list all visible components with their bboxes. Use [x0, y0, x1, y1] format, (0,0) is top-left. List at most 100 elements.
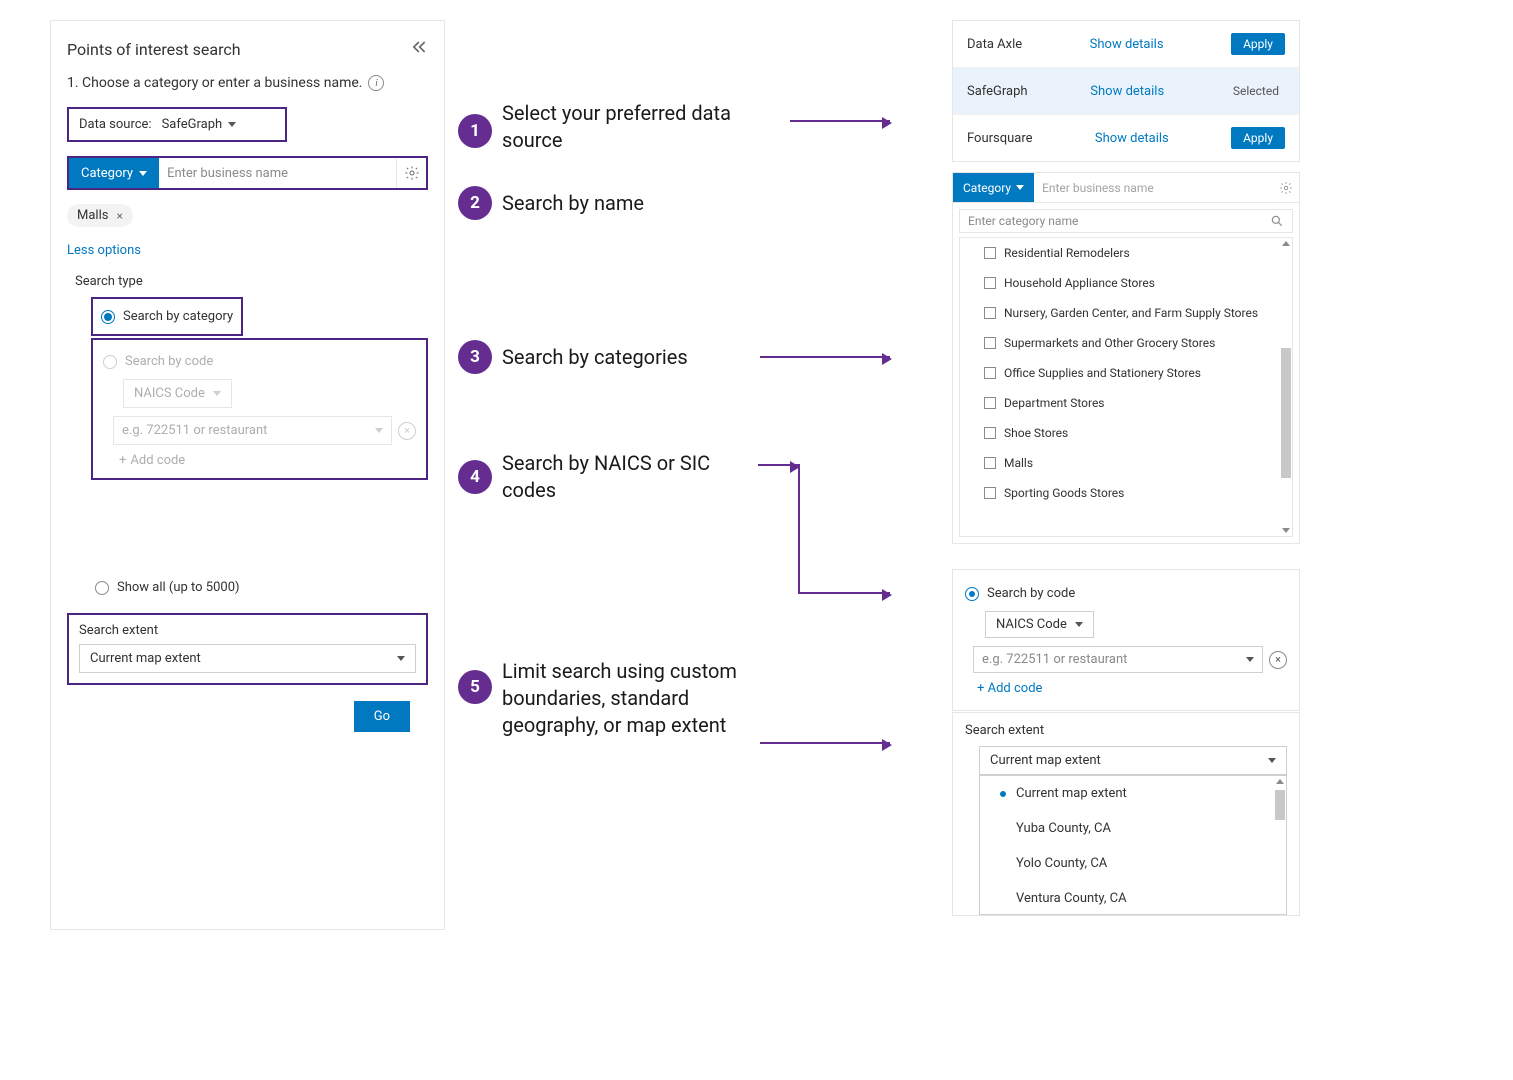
- clear-code-icon[interactable]: ×: [1269, 651, 1287, 669]
- data-source-value: SafeGraph: [162, 117, 223, 132]
- arrow-icon: [798, 592, 890, 594]
- chevron-down-icon: [1075, 622, 1083, 627]
- arrow-icon: [760, 356, 890, 358]
- search-by-code-label: Search by code: [125, 354, 213, 369]
- code-placeholder: e.g. 722511 or restaurant: [122, 423, 267, 438]
- close-icon[interactable]: ×: [116, 209, 122, 223]
- category-item-label: Shoe Stores: [1004, 426, 1068, 440]
- code-type-dropdown[interactable]: NAICS Code: [123, 379, 232, 408]
- chevron-down-icon: [375, 428, 383, 433]
- extent-option[interactable]: Yuba County, CA: [980, 811, 1286, 846]
- category-item-label: Office Supplies and Stationery Stores: [1004, 366, 1201, 380]
- scrollbar-thumb[interactable]: [1275, 790, 1285, 820]
- search-by-category-radio[interactable]: Search by category: [101, 303, 233, 330]
- business-name-input[interactable]: [159, 158, 396, 188]
- show-details-link[interactable]: Show details: [1090, 37, 1164, 52]
- show-details-link[interactable]: Show details: [1095, 131, 1169, 146]
- selected-label: Selected: [1227, 80, 1285, 102]
- source-name: Foursquare: [967, 131, 1033, 146]
- annotation-bullet-5: 5: [458, 670, 492, 704]
- extent-option[interactable]: Current map extent: [980, 776, 1286, 811]
- add-code-link[interactable]: +Add code: [119, 453, 416, 468]
- category-item[interactable]: Household Appliance Stores: [960, 268, 1292, 298]
- category-item-label: Sporting Goods Stores: [1004, 486, 1124, 500]
- search-icon: [1270, 214, 1284, 228]
- poi-search-panel: Points of interest search 1. Choose a ca…: [50, 20, 445, 930]
- filter-placeholder: Enter category name: [968, 214, 1078, 228]
- business-name-input[interactable]: [1034, 173, 1273, 202]
- code-type-dropdown[interactable]: NAICS Code: [985, 611, 1094, 638]
- scroll-up-icon[interactable]: [1282, 241, 1290, 246]
- category-filter-input[interactable]: Enter category name: [959, 209, 1293, 233]
- filter-chip-malls[interactable]: Malls ×: [67, 204, 133, 227]
- settings-gear-button[interactable]: [1273, 181, 1299, 195]
- extent-option[interactable]: Yolo County, CA: [980, 846, 1286, 881]
- code-input[interactable]: e.g. 722511 or restaurant: [973, 646, 1263, 673]
- settings-gear-button[interactable]: [396, 158, 426, 188]
- checkbox-icon[interactable]: [984, 427, 996, 439]
- clear-code-icon[interactable]: ×: [398, 422, 416, 440]
- chevron-down-icon: [228, 122, 236, 127]
- category-item[interactable]: Department Stores: [960, 388, 1292, 418]
- annotation-label-1: Select your preferred data source: [502, 100, 762, 154]
- show-all-radio[interactable]: Show all (up to 5000): [95, 580, 444, 595]
- extent-dropdown[interactable]: Current map extent: [979, 746, 1287, 775]
- apply-button[interactable]: Apply: [1231, 33, 1285, 55]
- checkbox-icon[interactable]: [984, 307, 996, 319]
- chevron-down-icon: [213, 391, 221, 396]
- less-options-link[interactable]: Less options: [67, 243, 444, 258]
- info-icon[interactable]: i: [368, 75, 384, 91]
- radio-unselected-icon: [103, 355, 117, 369]
- extent-option-label: Yuba County, CA: [1016, 821, 1111, 836]
- category-item[interactable]: Shoe Stores: [960, 418, 1292, 448]
- code-type-label: NAICS Code: [134, 386, 205, 401]
- checkbox-icon[interactable]: [984, 277, 996, 289]
- checkbox-icon[interactable]: [984, 487, 996, 499]
- category-item[interactable]: Supermarkets and Other Grocery Stores: [960, 328, 1292, 358]
- category-list-panel: Category Enter category name Residential…: [952, 172, 1300, 544]
- annotation-label-2: Search by name: [502, 190, 644, 217]
- scrollbar-thumb[interactable]: [1281, 348, 1291, 478]
- scroll-up-icon[interactable]: [1276, 779, 1284, 784]
- search-by-code-radio[interactable]: Search by code: [965, 580, 1287, 607]
- search-type-label: Search type: [75, 274, 444, 289]
- extent-dropdown[interactable]: Current map extent: [79, 644, 416, 673]
- scroll-down-icon[interactable]: [1282, 528, 1290, 533]
- category-item[interactable]: Nursery, Garden Center, and Farm Supply …: [960, 298, 1292, 328]
- checkbox-icon[interactable]: [984, 457, 996, 469]
- extent-option-label: Ventura County, CA: [1016, 891, 1127, 906]
- checkbox-icon[interactable]: [984, 247, 996, 259]
- search-by-code-radio[interactable]: Search by code: [103, 348, 416, 375]
- go-button[interactable]: Go: [354, 701, 410, 732]
- show-all-label: Show all (up to 5000): [117, 580, 240, 595]
- collapse-icon[interactable]: [408, 37, 428, 61]
- annotation-bullet-3: 3: [458, 340, 492, 374]
- category-item[interactable]: Malls: [960, 448, 1292, 478]
- category-item[interactable]: Office Supplies and Stationery Stores: [960, 358, 1292, 388]
- category-dropdown-button[interactable]: Category: [69, 158, 159, 188]
- extent-option[interactable]: Ventura County, CA: [980, 881, 1286, 915]
- show-details-link[interactable]: Show details: [1090, 84, 1164, 99]
- extent-label: Search extent: [965, 723, 1287, 738]
- extent-value: Current map extent: [90, 651, 201, 666]
- add-code-link[interactable]: + Add code: [977, 681, 1287, 696]
- source-row-foursquare: Foursquare Show details Apply: [953, 115, 1299, 161]
- chevron-down-icon: [139, 171, 147, 176]
- extent-options-list[interactable]: Current map extent Yuba County, CA Yolo Co…: [979, 775, 1287, 915]
- category-item[interactable]: Sporting Goods Stores: [960, 478, 1292, 508]
- category-scroll-list[interactable]: Residential RemodelersHousehold Applianc…: [959, 237, 1293, 537]
- category-dropdown-button[interactable]: Category: [953, 173, 1034, 202]
- apply-button[interactable]: Apply: [1231, 127, 1285, 149]
- category-item[interactable]: Residential Remodelers: [960, 238, 1292, 268]
- checkbox-icon[interactable]: [984, 337, 996, 349]
- checkbox-icon[interactable]: [984, 367, 996, 379]
- data-source-dropdown[interactable]: Data source: SafeGraph: [67, 107, 287, 142]
- checkbox-icon[interactable]: [984, 397, 996, 409]
- search-extent-panel: Search extent Current map extent Current…: [952, 712, 1300, 916]
- code-input[interactable]: e.g. 722511 or restaurant: [113, 416, 392, 445]
- annotation-bullet-2: 2: [458, 186, 492, 220]
- annotation-label-3: Search by categories: [502, 344, 688, 371]
- category-item-label: Malls: [1004, 456, 1033, 470]
- annotation-bullet-1: 1: [458, 114, 492, 148]
- search-by-code-panel: Search by code NAICS Code e.g. 722511 or…: [952, 569, 1300, 711]
